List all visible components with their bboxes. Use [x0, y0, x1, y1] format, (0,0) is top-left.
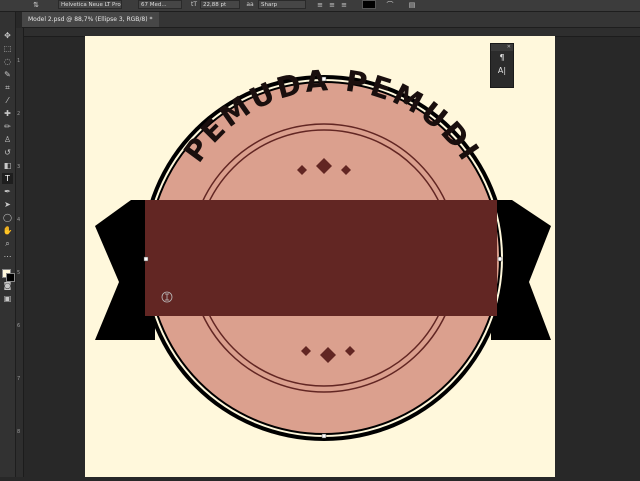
ruler-tick: 6 [17, 323, 21, 329]
character-icon[interactable]: A| [491, 64, 513, 77]
anchor-handle[interactable] [321, 433, 327, 439]
text-color-swatch[interactable] [362, 0, 376, 9]
healing-brush-tool-icon[interactable]: ✚ [2, 108, 13, 119]
eraser-tool-icon[interactable]: ◧ [2, 160, 13, 171]
antialias-select[interactable]: Sharp [258, 0, 306, 9]
ruler-tick: 1 [17, 58, 21, 64]
warp-text-icon[interactable]: ⌒ [386, 1, 394, 9]
align-right-icon[interactable]: ≡ [340, 1, 348, 9]
align-left-icon[interactable]: ≡ [316, 1, 324, 9]
pen-tool-icon[interactable]: ✒ [2, 186, 13, 197]
options-bar: ⇅ Helvetica Neue LT Pro 67 Med... tT 22,… [0, 0, 640, 12]
document-tab-bar: Model 2.psd @ 88,7% (Ellipse 3, RGB/8) * [22, 12, 640, 28]
zoom-tool-icon[interactable]: ⌕ [2, 238, 13, 249]
vertical-ruler[interactable]: 1 2 3 4 5 6 7 8 [16, 28, 24, 477]
screen-mode-icon[interactable]: ▣ [2, 293, 13, 304]
document-tab[interactable]: Model 2.psd @ 88,7% (Ellipse 3, RGB/8) * [22, 12, 159, 27]
document-canvas[interactable]: PEMUDA PEMUDI [85, 36, 555, 477]
font-size-select[interactable]: 22,88 pt [200, 0, 240, 9]
ellipse-tool-icon[interactable]: ◯ [2, 212, 13, 223]
ruler-tick: 7 [17, 376, 21, 382]
anchor-handle[interactable] [143, 256, 149, 262]
history-brush-tool-icon[interactable]: ↺ [2, 147, 13, 158]
ruler-tick: 3 [17, 164, 21, 170]
ruler-tick: 8 [17, 429, 21, 435]
ruler-tick: 2 [17, 111, 21, 117]
move-tool-icon[interactable]: ✥ [2, 30, 13, 41]
paragraph-character-panel: ✕ ¶ A| [490, 43, 514, 88]
font-family-select[interactable]: Helvetica Neue LT Pro [58, 0, 122, 9]
antialias-icon: aa [246, 1, 254, 8]
quick-select-tool-icon[interactable]: ✎ [2, 69, 13, 80]
type-tool-icon[interactable]: T [2, 173, 13, 184]
character-panel-icon[interactable]: ▤ [408, 1, 416, 9]
crop-tool-icon[interactable]: ⌗ [2, 82, 13, 93]
lasso-tool-icon[interactable]: ◌ [2, 56, 13, 67]
panel-header[interactable]: ✕ [491, 44, 513, 51]
quick-mask-icon[interactable]: ◙ [2, 280, 13, 291]
anchor-handle[interactable] [497, 256, 503, 262]
font-size-icon: tT [190, 1, 198, 8]
eyedropper-tool-icon[interactable]: ⁄ [2, 95, 13, 106]
anchor-handle[interactable] [321, 76, 327, 82]
hand-tool-icon[interactable]: ✋ [2, 225, 13, 236]
text-orientation-icon[interactable]: ⇅ [32, 1, 40, 9]
badge-artwork: PEMUDA PEMUDI [95, 63, 551, 441]
ruler-tick: 4 [17, 217, 21, 223]
more-tools-icon[interactable]: ⋯ [2, 251, 13, 262]
tools-panel: ✥ ⬚ ◌ ✎ ⌗ ⁄ ✚ ✏ ♙ ↺ ◧ T ✒ ➤ ◯ ✋ ⌕ ⋯ ◙ ▣ [0, 12, 16, 477]
brush-tool-icon[interactable]: ✏ [2, 121, 13, 132]
clone-stamp-tool-icon[interactable]: ♙ [2, 134, 13, 145]
ruler-tick: 5 [17, 270, 21, 276]
path-selection-tool-icon[interactable]: ➤ [2, 199, 13, 210]
ribbon-band [145, 200, 497, 316]
marquee-tool-icon[interactable]: ⬚ [2, 43, 13, 54]
font-style-select[interactable]: 67 Med... [138, 0, 182, 9]
align-center-icon[interactable]: ≡ [328, 1, 336, 9]
paragraph-icon[interactable]: ¶ [491, 51, 513, 64]
